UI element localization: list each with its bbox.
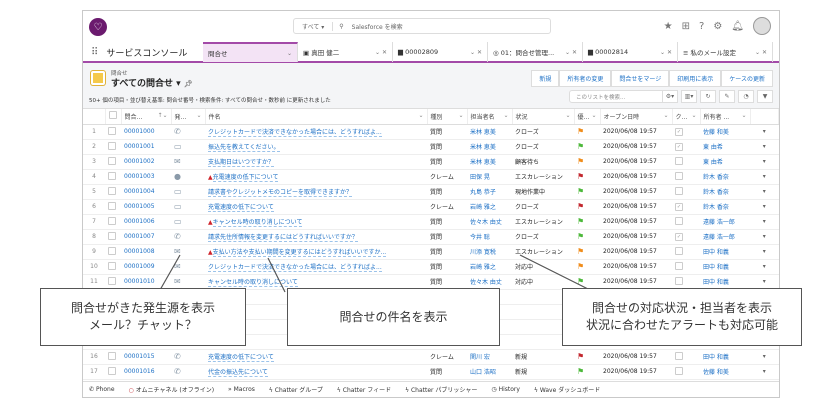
- callout-text: 問合せがきた発生源を表示: [70, 301, 215, 315]
- callout-text: 問合せの対応状況・担当者を表示: [591, 301, 772, 315]
- origin-callout-line: [159, 254, 181, 291]
- status-callout-line: [519, 254, 591, 291]
- origin-callout: 問合せがきた発生源を表示 メール？チャット？: [40, 288, 246, 346]
- subject-callout: 問合せの件名を表示: [287, 288, 500, 346]
- callout-text: メール？チャット？: [89, 318, 197, 332]
- status-callout: 問合せの対応状況・担当者を表示 状況に合わせたアラートも対応可能: [562, 288, 802, 346]
- callout-text: 問合せの件名を表示: [339, 309, 448, 324]
- callout-lines: [159, 254, 591, 293]
- callout-text: 状況に合わせたアラートも対応可能: [585, 318, 778, 332]
- subject-callout-line: [267, 257, 286, 293]
